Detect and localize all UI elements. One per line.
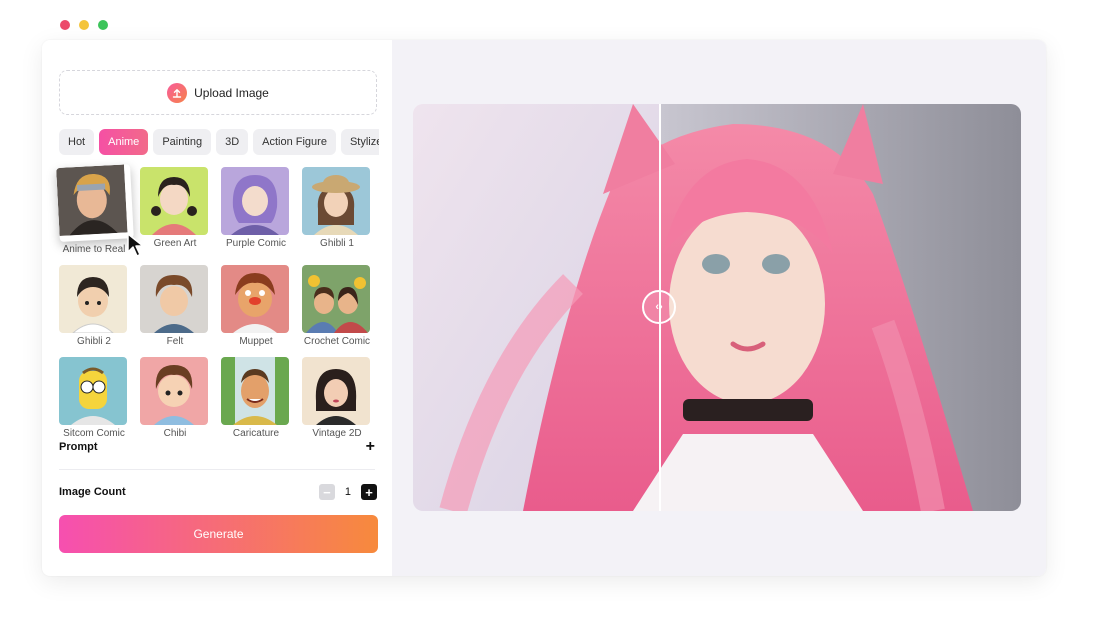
- compare-slider-handle[interactable]: ‹›: [642, 290, 676, 324]
- style-label: Caricature: [232, 428, 280, 439]
- tab-action-figure[interactable]: Action Figure: [253, 129, 336, 155]
- style-label: Muppet: [239, 336, 273, 347]
- style-thumbnail: [140, 167, 208, 235]
- style-card-felt[interactable]: Felt: [140, 265, 210, 347]
- style-thumbnail: [140, 265, 208, 333]
- style-label: Sitcom Comic: [63, 428, 125, 439]
- increment-button[interactable]: +: [361, 484, 377, 500]
- style-label: Green Art: [153, 238, 197, 249]
- style-label: Anime to Real: [62, 244, 126, 255]
- style-label: Ghibli 2: [77, 336, 111, 347]
- decrement-button[interactable]: −: [318, 484, 335, 500]
- settings-panel: Upload Image Hot Anime Painting 3D Actio…: [42, 40, 392, 576]
- tab-hot[interactable]: Hot: [59, 129, 95, 155]
- style-category-tabs: Hot Anime Painting 3D Action Figure Styl…: [59, 129, 379, 155]
- style-thumbnail: [56, 164, 134, 242]
- style-thumbnail: [59, 357, 127, 425]
- style-card-caricature[interactable]: Caricature: [221, 357, 291, 439]
- tab-anime[interactable]: Anime: [99, 129, 149, 155]
- generate-button[interactable]: Generate: [59, 515, 378, 553]
- style-thumbnail: [59, 265, 127, 333]
- style-thumbnail: [221, 357, 289, 425]
- tab-stylize[interactable]: Stylize: [340, 129, 379, 155]
- image-count-section: Image Count − 1 +: [59, 484, 377, 500]
- divider: [59, 469, 375, 470]
- upload-image-label: Upload Image: [194, 85, 269, 100]
- style-thumbnail: [302, 265, 370, 333]
- tab-3d[interactable]: 3D: [216, 129, 249, 155]
- style-card-chibi[interactable]: Chibi: [140, 357, 210, 439]
- preview-image: [413, 104, 1021, 511]
- style-thumbnail: [221, 265, 289, 333]
- style-card-ghibli-1[interactable]: Ghibli 1: [302, 167, 372, 255]
- style-card-purple-comic[interactable]: Purple Comic: [221, 167, 291, 255]
- mouse-pointer-icon: [127, 233, 144, 257]
- app-window: Upload Image Hot Anime Painting 3D Actio…: [42, 40, 1046, 576]
- style-card-vintage-2d[interactable]: Vintage 2D: [302, 357, 372, 439]
- image-count-value: 1: [344, 486, 351, 498]
- preview-panel: ‹›: [392, 40, 1046, 576]
- style-card-anime-to-real[interactable]: Anime to Real: [56, 164, 129, 255]
- style-card-ghibli-2[interactable]: Ghibli 2: [59, 265, 129, 347]
- style-thumbnail: [302, 357, 370, 425]
- style-thumbnail: [140, 357, 208, 425]
- style-thumbnail: [221, 167, 289, 235]
- style-label: Chibi: [163, 428, 187, 439]
- style-grid: Anime to Real Green Art Purple Comic Ghi…: [56, 164, 375, 439]
- image-count-label: Image Count: [59, 486, 126, 498]
- before-after-preview[interactable]: ‹›: [413, 104, 1021, 511]
- style-label: Ghibli 1: [320, 238, 354, 249]
- prompt-expand-button[interactable]: +: [366, 439, 375, 455]
- upload-icon: [167, 82, 188, 103]
- prompt-section: Prompt +: [59, 439, 375, 455]
- window-controls: [60, 20, 108, 30]
- style-card-sitcom-comic[interactable]: Sitcom Comic: [59, 357, 129, 439]
- tab-painting[interactable]: Painting: [153, 129, 212, 155]
- style-card-green-art[interactable]: Green Art: [140, 167, 210, 255]
- style-label: Vintage 2D: [312, 428, 362, 439]
- minimize-dot[interactable]: [79, 20, 89, 30]
- style-label: Felt: [166, 336, 184, 347]
- style-thumbnail: [302, 167, 370, 235]
- style-card-muppet[interactable]: Muppet: [221, 265, 291, 347]
- prompt-label: Prompt: [59, 441, 98, 453]
- maximize-dot[interactable]: [98, 20, 108, 30]
- style-card-crochet-comic[interactable]: Crochet Comic: [302, 265, 372, 347]
- style-label: Purple Comic: [225, 238, 287, 249]
- close-dot[interactable]: [60, 20, 70, 30]
- image-count-stepper: − 1 +: [318, 484, 377, 500]
- upload-image-button[interactable]: Upload Image: [59, 70, 377, 115]
- style-label: Crochet Comic: [303, 336, 371, 347]
